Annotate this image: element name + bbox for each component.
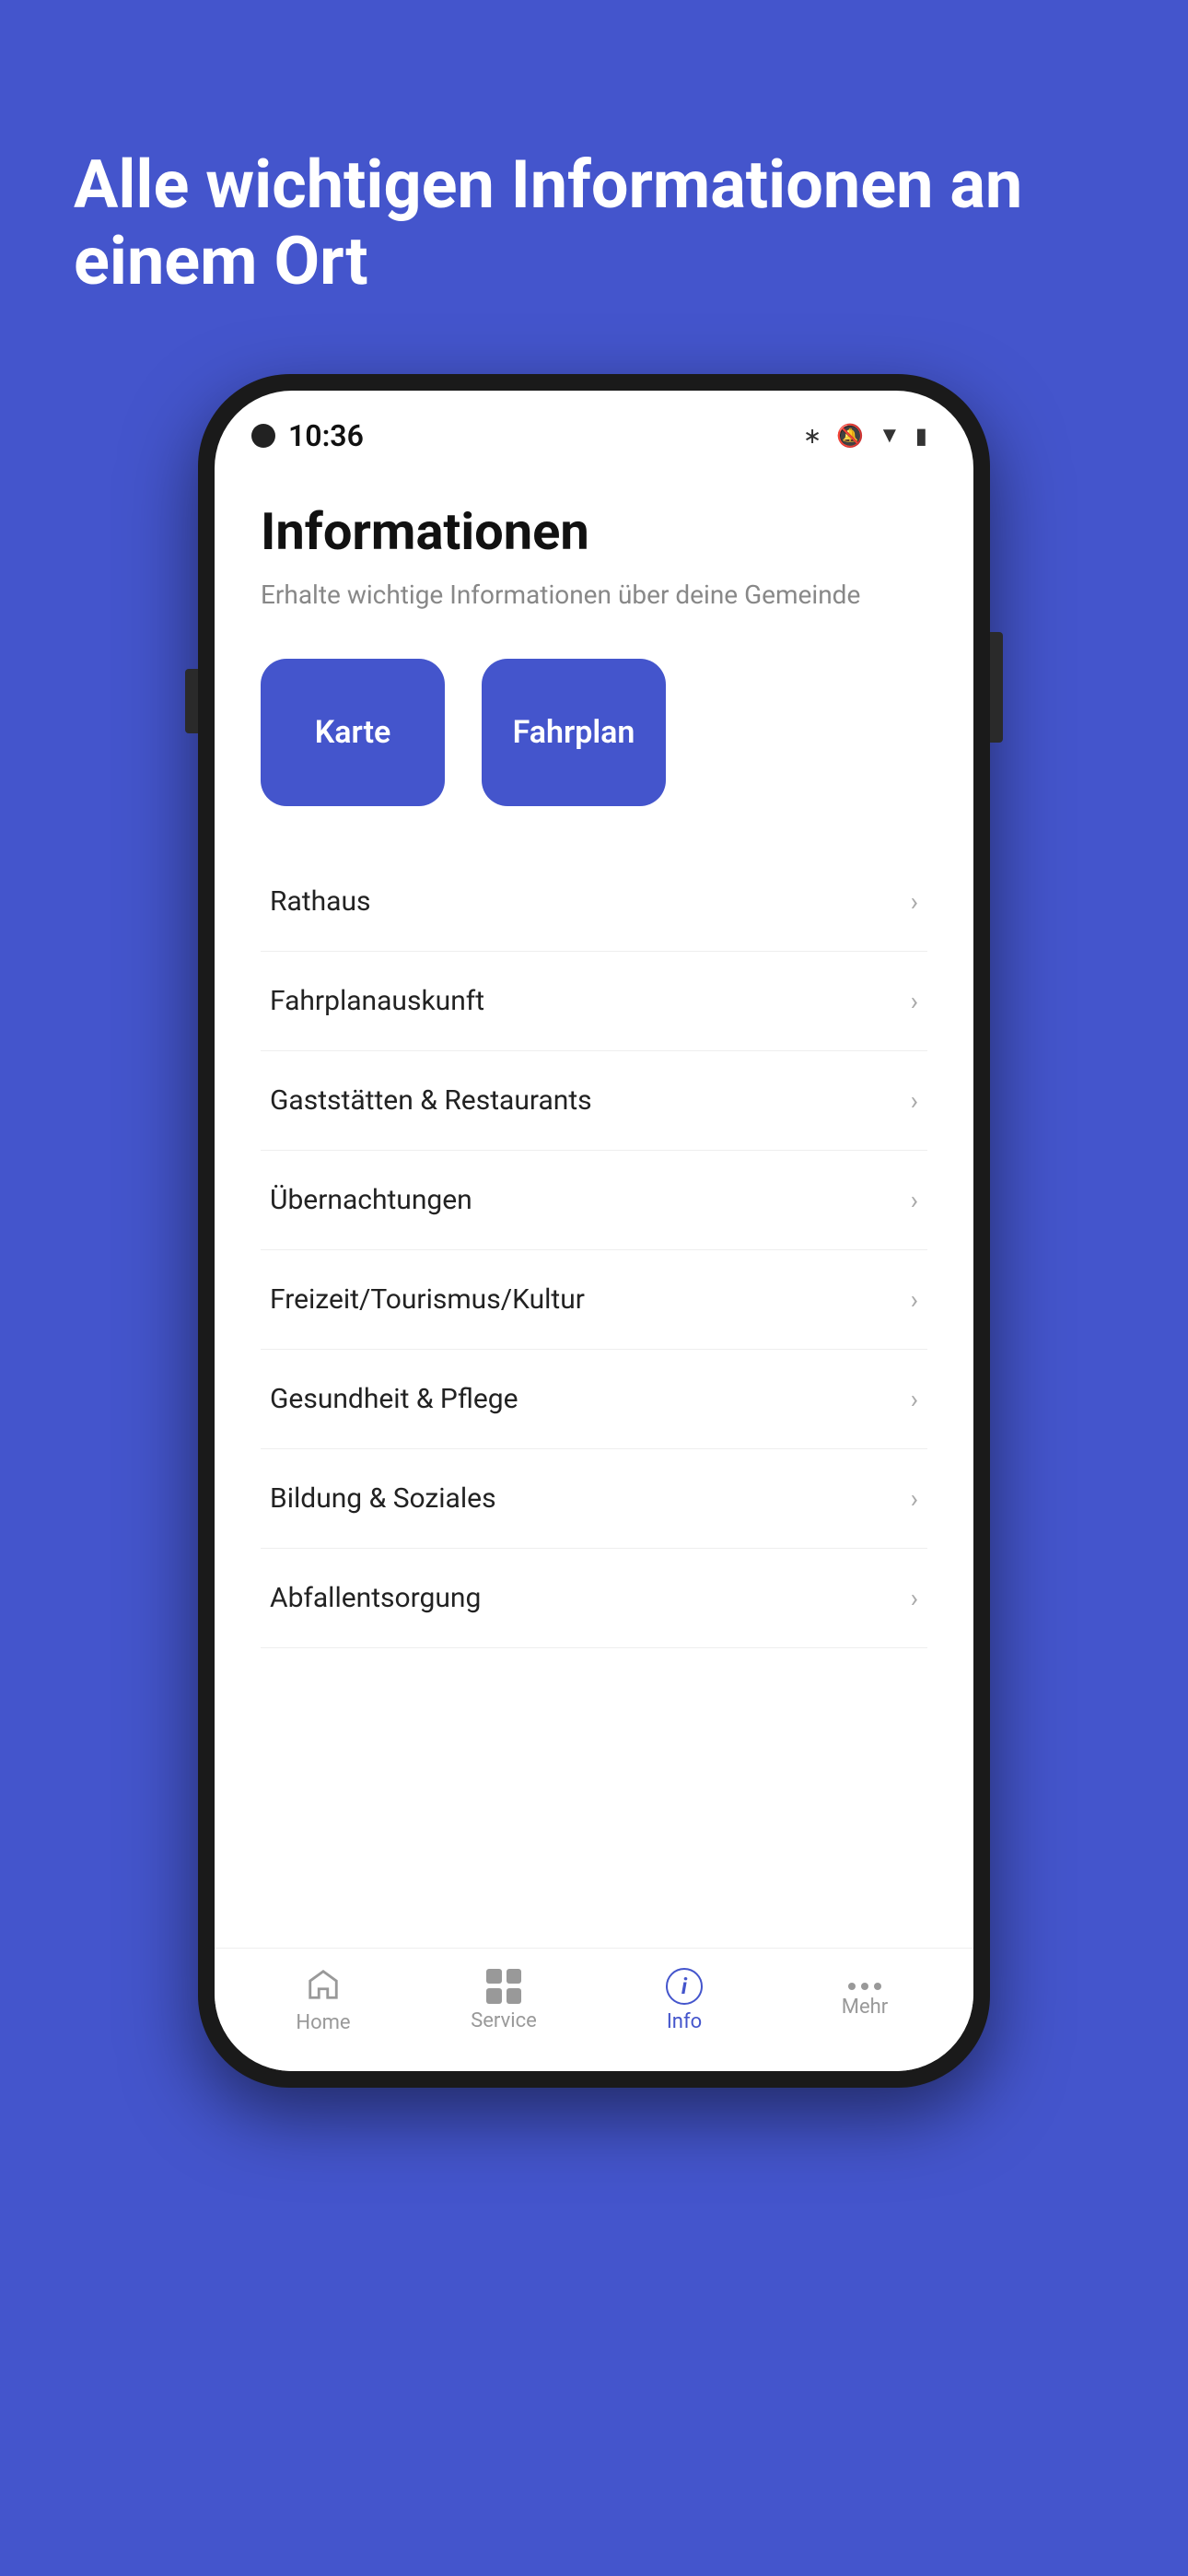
nav-item-home[interactable]: Home — [268, 1967, 379, 2034]
status-icons: ∗ 🔕 ▼ ▮ — [803, 422, 927, 449]
app-content: Informationen Erhalte wichtige Informati… — [215, 464, 973, 1948]
fahrplan-button[interactable]: Fahrplan — [482, 659, 666, 806]
dots-icon — [848, 1983, 881, 1990]
phone-frame: 10:36 ∗ 🔕 ▼ ▮ Informationen Erhalte wich… — [198, 374, 990, 2088]
karte-button[interactable]: Karte — [261, 659, 445, 806]
nav-label-home: Home — [296, 2011, 350, 2034]
menu-item-fahrplanauskunft[interactable]: Fahrplanauskunft › — [261, 952, 927, 1051]
status-time: 10:36 — [251, 418, 364, 453]
menu-item-label: Abfallentsorgung — [270, 1582, 481, 1614]
home-icon — [306, 1967, 341, 2006]
nav-item-info[interactable]: i Info — [629, 1968, 740, 2033]
status-bar: 10:36 ∗ 🔕 ▼ ▮ — [215, 391, 973, 464]
menu-item-label: Gaststätten & Restaurants — [270, 1084, 592, 1117]
app-title: Informationen — [261, 501, 927, 562]
bottom-nav: Home Service i Info Mehr — [215, 1948, 973, 2071]
chevron-right-icon: › — [911, 1284, 918, 1315]
phone-wrapper: 10:36 ∗ 🔕 ▼ ▮ Informationen Erhalte wich… — [198, 374, 990, 2088]
chevron-right-icon: › — [911, 1583, 918, 1613]
quick-buttons: Karte Fahrplan — [261, 659, 927, 806]
menu-list: Rathaus › Fahrplanauskunft › Gaststätten… — [261, 852, 927, 1948]
chevron-right-icon: › — [911, 1085, 918, 1116]
menu-item-gaststaetten[interactable]: Gaststätten & Restaurants › — [261, 1051, 927, 1151]
battery-icon: ▮ — [915, 423, 927, 449]
bell-icon: 🔕 — [836, 423, 864, 449]
menu-item-label: Freizeit/Tourismus/Kultur — [270, 1283, 585, 1316]
menu-item-rathaus[interactable]: Rathaus › — [261, 852, 927, 952]
menu-item-uebernachtungen[interactable]: Übernachtungen › — [261, 1151, 927, 1250]
nav-item-mehr[interactable]: Mehr — [809, 1983, 920, 2019]
app-subtitle: Erhalte wichtige Informationen über dein… — [261, 577, 927, 613]
chevron-right-icon: › — [911, 1185, 918, 1215]
menu-item-gesundheit[interactable]: Gesundheit & Pflege › — [261, 1350, 927, 1449]
nav-label-service: Service — [471, 2009, 537, 2032]
chevron-right-icon: › — [911, 1483, 918, 1514]
menu-item-label: Gesundheit & Pflege — [270, 1383, 518, 1415]
menu-item-label: Bildung & Soziales — [270, 1482, 496, 1515]
nav-item-service[interactable]: Service — [448, 1969, 559, 2032]
chevron-right-icon: › — [911, 886, 918, 917]
menu-item-freizeit[interactable]: Freizeit/Tourismus/Kultur › — [261, 1250, 927, 1350]
wifi-icon: ▼ — [879, 422, 901, 449]
phone-screen: 10:36 ∗ 🔕 ▼ ▮ Informationen Erhalte wich… — [215, 391, 973, 2071]
menu-item-label: Fahrplanauskunft — [270, 985, 484, 1017]
nav-label-mehr: Mehr — [842, 1996, 888, 2019]
menu-item-bildung[interactable]: Bildung & Soziales › — [261, 1449, 927, 1549]
menu-item-abfall[interactable]: Abfallentsorgung › — [261, 1549, 927, 1648]
hero-title: Alle wichtigen Informationen an einem Or… — [74, 147, 1114, 300]
menu-item-label: Übernachtungen — [270, 1184, 472, 1216]
chevron-right-icon: › — [911, 986, 918, 1016]
nav-label-info: Info — [667, 2010, 702, 2033]
grid-icon — [486, 1969, 521, 2004]
info-circle-icon: i — [666, 1968, 703, 2005]
menu-item-label: Rathaus — [270, 885, 370, 918]
bluetooth-icon: ∗ — [803, 423, 821, 449]
chevron-right-icon: › — [911, 1384, 918, 1414]
hero-section: Alle wichtigen Informationen an einem Or… — [0, 0, 1188, 356]
camera-dot — [251, 424, 275, 448]
